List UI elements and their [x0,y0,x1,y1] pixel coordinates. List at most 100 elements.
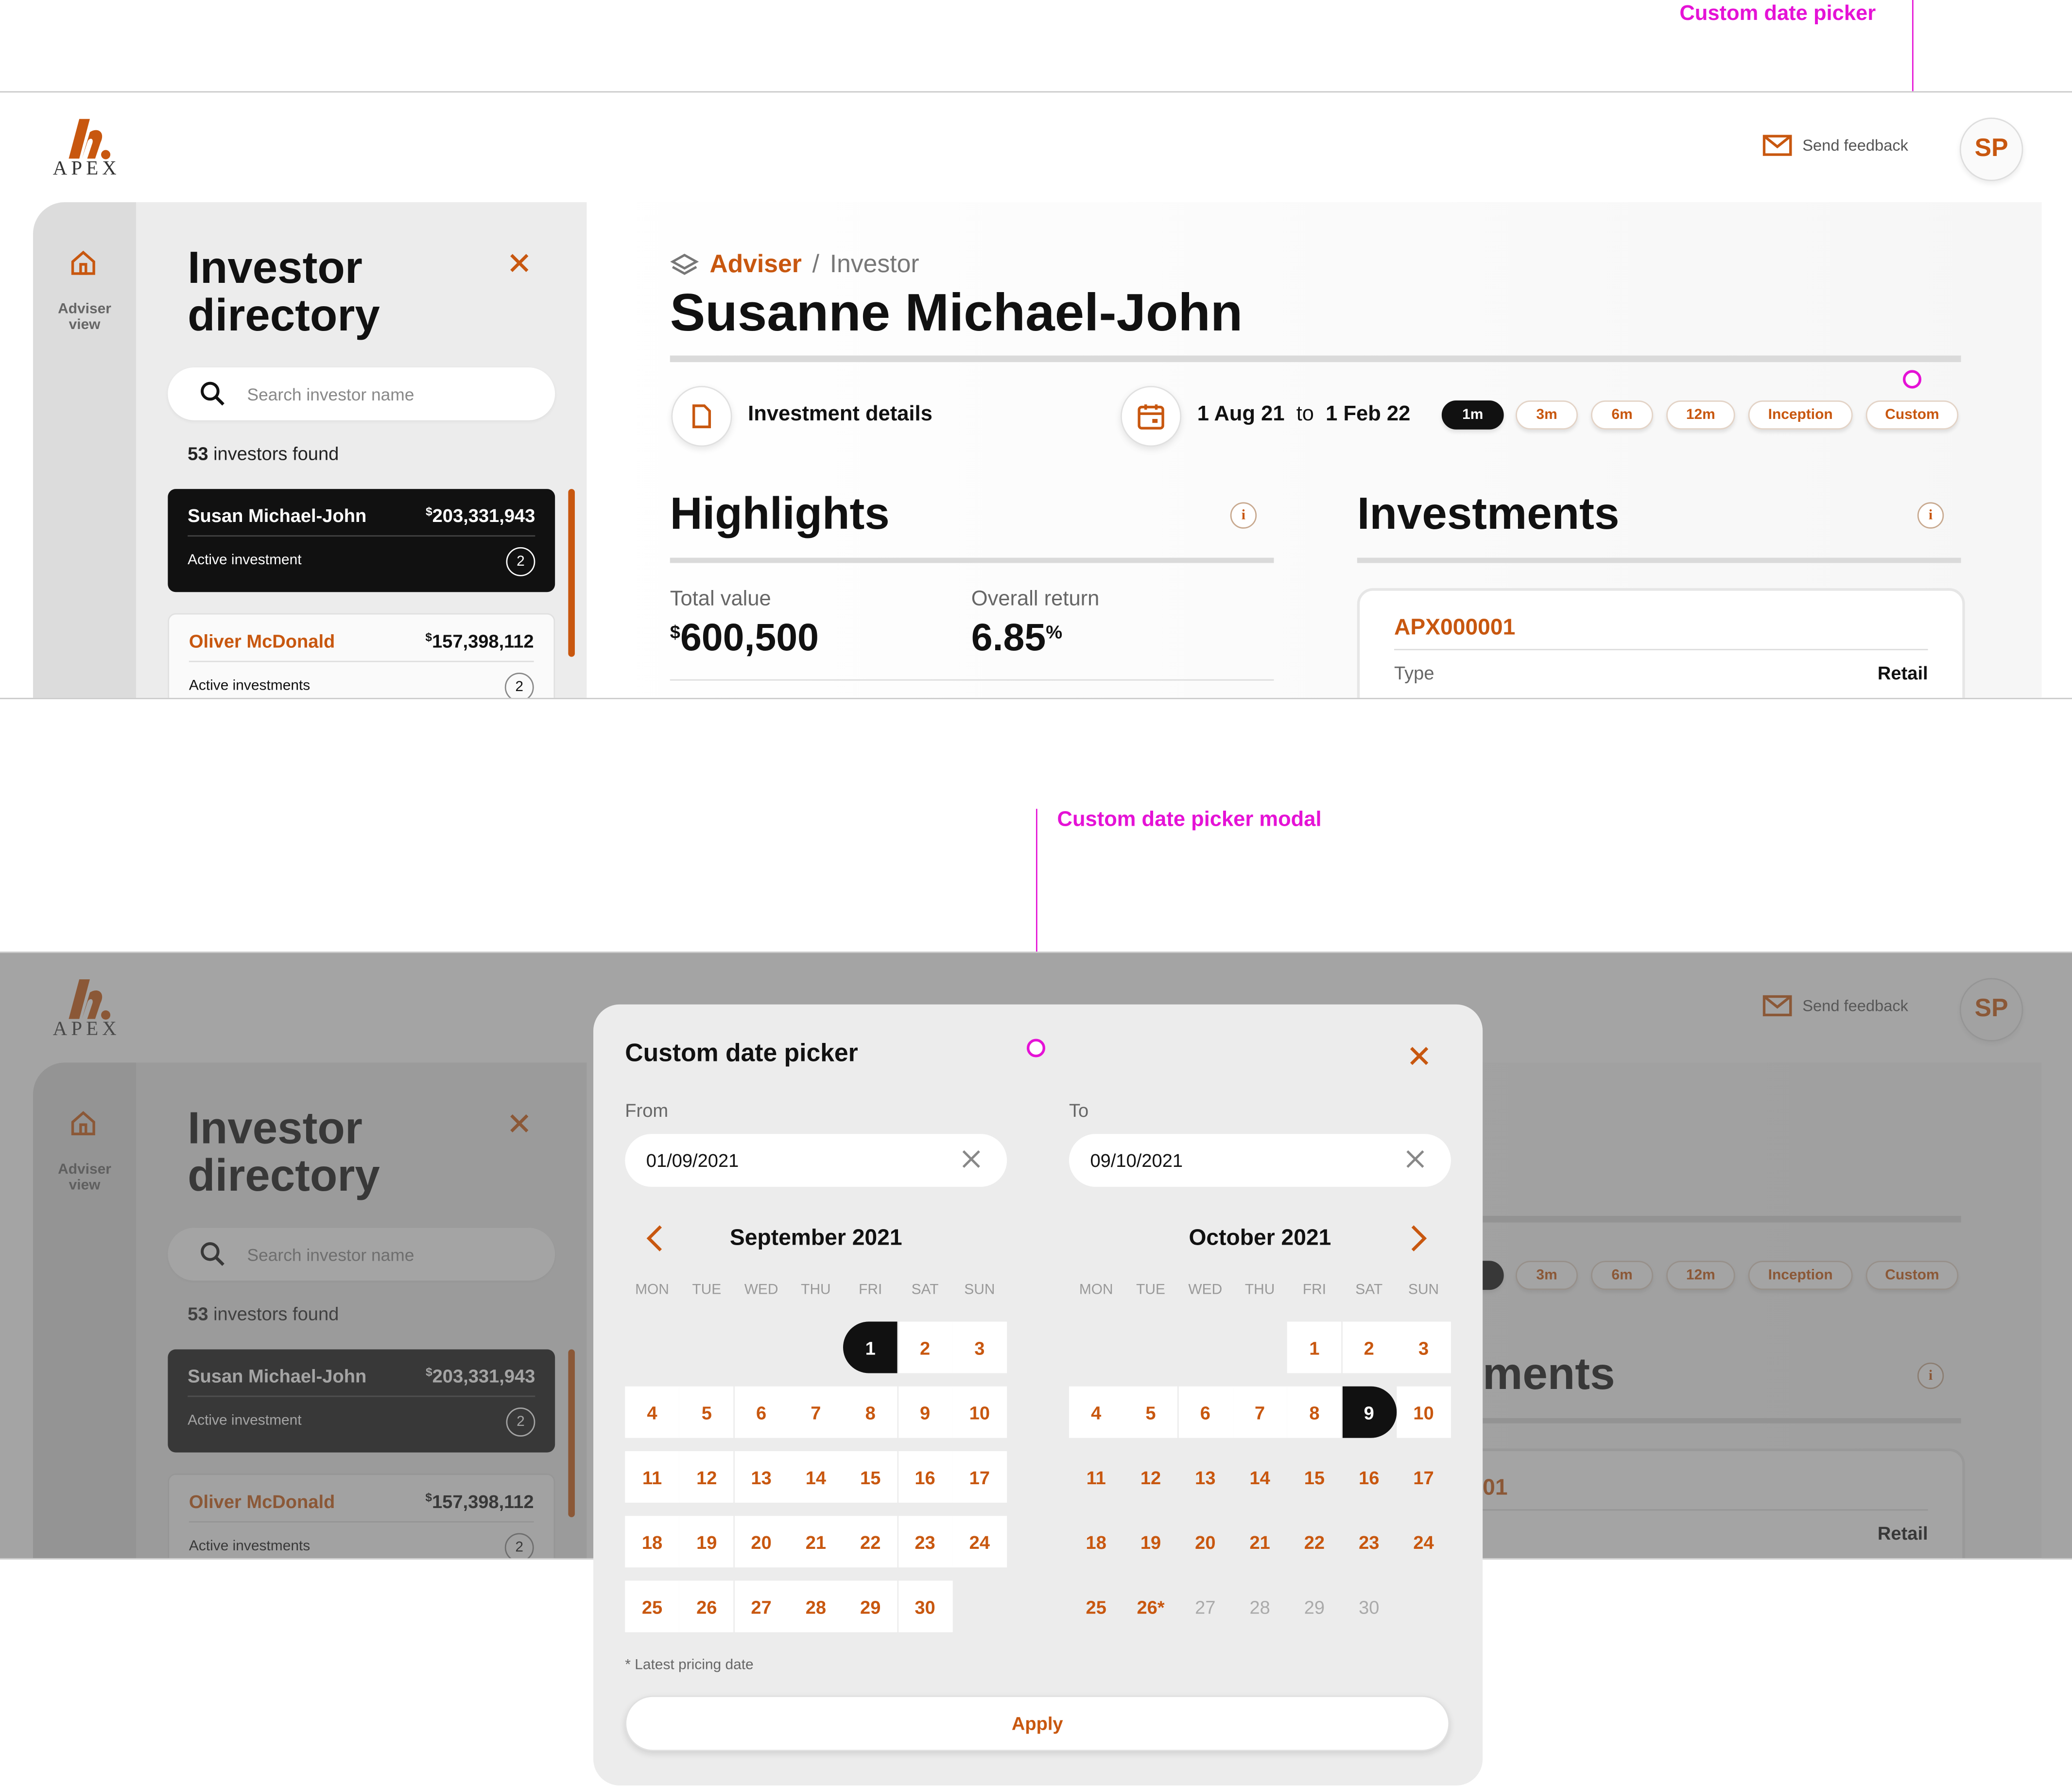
calendar-day[interactable]: 20 [734,1516,789,1568]
calendar-day[interactable]: 3 [1396,1321,1451,1373]
calendar-day[interactable]: 9 [1342,1386,1397,1438]
calendar-day[interactable]: 8 [843,1386,898,1438]
weekday-header: SAT [911,1282,939,1298]
send-feedback-link[interactable]: Send feedback [1762,135,1908,156]
calendar-day[interactable]: 17 [1397,1451,1450,1503]
weekday-header: SUN [964,1282,995,1298]
period-6m-button[interactable]: 6m [1591,400,1653,430]
period-1m-button[interactable]: 1m [1441,400,1504,430]
home-icon[interactable] [69,248,98,278]
investment-code: APX000001 [1394,614,1516,640]
calendar-day[interactable]: 4 [625,1386,679,1438]
calendar-day[interactable]: 16 [1342,1451,1396,1503]
investor-status: Active investments [189,678,311,694]
calendar-day[interactable]: 19 [1123,1516,1177,1567]
weekday-header: SAT [1355,1282,1383,1298]
calendar-day[interactable]: 29 [843,1580,898,1632]
investor-card-selected[interactable]: Susan Michael-John $203,331,943 Active i… [168,489,555,592]
calendar-day[interactable]: 7 [1232,1386,1287,1438]
calendar-day[interactable]: 14 [789,1451,843,1503]
rail-adviser-view-label[interactable]: Adviser view [50,301,119,333]
calendar-day[interactable]: 20 [1178,1516,1232,1567]
calendar-day[interactable]: 27 [734,1580,789,1632]
card-divider [188,535,535,537]
close-modal-icon[interactable] [1409,1045,1430,1067]
calendar-day[interactable]: 21 [789,1516,843,1568]
calendar-day[interactable]: 12 [679,1451,734,1503]
clear-to-icon[interactable] [1406,1150,1424,1168]
calendar-day[interactable]: 15 [1287,1451,1341,1503]
calendar-day[interactable]: 6 [1178,1386,1233,1438]
calendar-day[interactable]: 9 [898,1386,952,1438]
investment-details-label[interactable]: Investment details [748,403,932,427]
investments-rule [1357,557,1961,563]
calendar-day[interactable]: 25 [1069,1580,1123,1632]
calendar-day[interactable]: 5 [679,1386,734,1438]
calendar-day[interactable]: 12 [1123,1451,1177,1503]
calendar-day[interactable]: 21 [1233,1516,1287,1567]
calendar-day[interactable]: 24 [1397,1516,1450,1567]
calendar-day[interactable]: 1 [843,1321,898,1373]
calendar-day[interactable]: 22 [1287,1516,1341,1567]
calendar-day[interactable]: 23 [1342,1516,1396,1567]
calendar-day[interactable]: 22 [843,1516,898,1568]
period-3m-button[interactable]: 3m [1516,400,1578,430]
calendar-day[interactable]: 26 [679,1580,734,1632]
date-range-button[interactable] [1121,386,1182,447]
calendar-day[interactable]: 14 [1233,1451,1287,1503]
calendar-day[interactable]: 18 [1069,1516,1123,1567]
calendar-day: 27 [1195,1596,1216,1617]
calendar-day[interactable]: 2 [898,1321,952,1373]
weekday-header: FRI [859,1282,882,1298]
to-date-input[interactable]: 09/10/2021 [1069,1134,1451,1187]
breadcrumb-adviser[interactable]: Adviser [709,251,802,280]
calendar-day[interactable]: 3 [952,1321,1007,1373]
calendar-day[interactable]: 10 [952,1386,1007,1438]
investments-info-icon[interactable]: i [1917,502,1944,529]
user-avatar[interactable]: SP [1959,118,2023,181]
overall-return-label: Overall return [971,588,1100,611]
investor-amount: $203,331,943 [425,504,535,526]
calendar-day[interactable]: 7 [789,1386,843,1438]
calendar-day[interactable]: 23 [898,1516,952,1568]
calendar-day[interactable]: 25 [625,1580,679,1632]
investor-search-input[interactable]: Search investor name [168,367,555,420]
clear-from-icon[interactable] [962,1150,981,1168]
calendar-day[interactable]: 17 [952,1451,1007,1503]
period-12m-button[interactable]: 12m [1666,400,1735,430]
calendar-day[interactable]: 16 [898,1451,952,1503]
custom-date-picker-modal: Custom date picker From To 01/09/2021 09… [593,1004,1483,1786]
calendar-day[interactable]: 5 [1123,1386,1178,1438]
period-inception-button[interactable]: Inception [1748,400,1853,430]
calendar-day[interactable]: 30 [898,1580,952,1632]
calendar-day[interactable]: 18 [625,1516,679,1568]
close-directory-icon[interactable] [507,251,531,275]
calendar-day[interactable]: 24 [952,1516,1007,1568]
calendar-day[interactable]: 13 [734,1451,789,1503]
period-custom-button[interactable]: Custom [1865,400,1959,430]
calendar-day[interactable]: 8 [1287,1386,1342,1438]
investor-card[interactable]: Oliver McDonald $157,398,112 Active inve… [168,613,555,698]
calendar-day[interactable]: 11 [1069,1451,1123,1503]
calendar-day[interactable]: 26* [1123,1580,1177,1632]
type-label: Type [1394,662,1434,683]
investment-details-button[interactable] [671,386,732,447]
calendar-day[interactable]: 13 [1178,1451,1232,1503]
investor-name: Oliver McDonald [189,630,335,652]
directory-scrollbar[interactable] [568,489,575,657]
calendar-day[interactable]: 11 [625,1451,679,1503]
calendar-day[interactable]: 28 [789,1580,843,1632]
investor-status: Active investment [188,552,302,569]
calendar-day[interactable]: 2 [1342,1321,1397,1373]
highlights-info-icon[interactable]: i [1230,502,1257,529]
calendar-day[interactable]: 1 [1287,1321,1342,1373]
apply-button[interactable]: Apply [625,1695,1450,1752]
calendar-day[interactable]: 4 [1069,1386,1123,1438]
calendar-day[interactable]: 19 [679,1516,734,1568]
calendar-day[interactable]: 10 [1396,1386,1451,1438]
calendar-day[interactable]: 15 [843,1451,898,1503]
calendar-day[interactable]: 6 [734,1386,789,1438]
investor-amount: $157,398,112 [425,630,534,652]
from-date-input[interactable]: 01/09/2021 [625,1134,1007,1187]
investment-card[interactable]: APX000001 Type Retail [1357,588,1965,698]
